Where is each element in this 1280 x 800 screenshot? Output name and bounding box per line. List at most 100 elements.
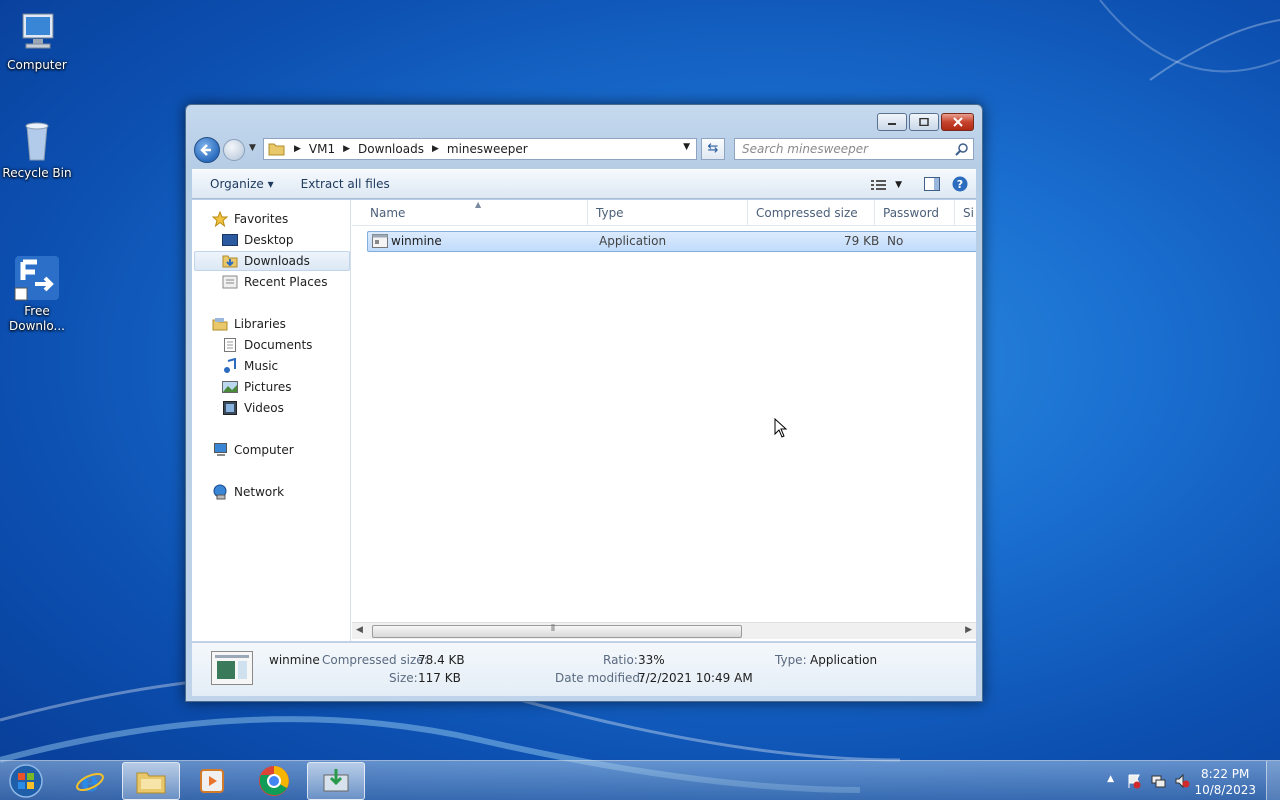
star-icon (211, 210, 229, 228)
desktop-icon-label: Recycle Bin (2, 166, 72, 180)
detail-ratio: 33% (638, 653, 665, 667)
search-placeholder: Search minesweeper (742, 142, 869, 156)
nav-item-favorites[interactable]: Favorites (211, 209, 288, 229)
free-download-manager-icon (323, 769, 349, 792)
detail-type: Application (810, 653, 878, 667)
taskbar-windows-explorer[interactable] (122, 762, 180, 800)
breadcrumb-vm1[interactable]: VM1 (309, 142, 335, 156)
clock[interactable]: 8:22 PM 10/8/2023 (1194, 766, 1256, 798)
search-icon (955, 143, 968, 156)
preview-pane-button[interactable] (924, 176, 940, 194)
detail-name: winmine (269, 653, 320, 667)
nav-item-downloads[interactable]: Downloads (222, 251, 310, 271)
change-view-button[interactable]: ▼ (871, 179, 902, 191)
back-arrow-icon (200, 144, 211, 156)
window-controls (877, 113, 974, 131)
scroll-right-arrow[interactable]: ▶ (965, 625, 972, 635)
nav-item-network[interactable]: Network (212, 482, 284, 502)
column-header-row: Name ▲ Type Compressed size Password ...… (352, 200, 976, 246)
back-button[interactable] (194, 137, 220, 163)
minimize-button[interactable] (877, 113, 907, 131)
breadcrumb-separator[interactable]: ▶ (294, 144, 301, 154)
refresh-button[interactable]: ⇆ (701, 138, 725, 160)
windows-explorer-icon (136, 772, 166, 794)
application-icon (372, 234, 388, 248)
taskbar-media-player[interactable] (183, 762, 241, 800)
breadcrumb-separator[interactable]: ▶ (343, 144, 350, 154)
close-button[interactable] (941, 113, 974, 131)
help-icon: ? (952, 176, 968, 191)
breadcrumb-minesweeper[interactable]: minesweeper (447, 142, 528, 156)
show-hidden-icons-button[interactable]: ▲ (1107, 774, 1114, 784)
command-bar: Organize ▾ Extract all files ▼ ? (192, 169, 976, 199)
maximize-button[interactable] (909, 113, 939, 131)
column-size[interactable]: Si (955, 200, 976, 226)
nav-item-videos[interactable]: Videos (222, 398, 284, 418)
content-area: Favorites Desktop Downloads Recent Place… (192, 200, 976, 641)
column-password[interactable]: Password ... (875, 200, 955, 246)
scroll-left-arrow[interactable]: ◀ (356, 625, 363, 635)
file-row[interactable]: winmine Application 79 KB No (367, 231, 976, 252)
mouse-cursor (774, 418, 788, 438)
music-icon (222, 357, 238, 374)
nav-item-documents[interactable]: Documents (222, 335, 312, 355)
column-type[interactable]: Type (588, 200, 748, 226)
details-pane: winmine Compressed size: 78.4 KB Size: 1… (192, 642, 976, 696)
taskbar: e ▲ 8:22 PM 10/8/2023 (0, 760, 1280, 800)
detail-date-modified: 7/2/2021 10:49 AM (638, 671, 753, 685)
windows-logo-icon (9, 764, 43, 798)
column-compressed-size[interactable]: Compressed size (748, 200, 875, 226)
folder-icon (268, 143, 285, 156)
detail-compressed-size-label: Compressed size: (322, 653, 428, 667)
clock-date: 10/8/2023 (1194, 783, 1256, 797)
desktop-icon-free-download-manager[interactable]: Free Downlo... (0, 224, 74, 334)
desktop-icon-label: Computer (7, 58, 67, 72)
desktop-icon (222, 232, 238, 248)
nav-item-recent-places[interactable]: Recent Places (222, 272, 327, 292)
computer-icon (212, 442, 228, 458)
nav-item-music[interactable]: Music (222, 356, 278, 376)
recent-places-icon (222, 274, 238, 290)
organize-button[interactable]: Organize ▾ (201, 177, 283, 191)
file-list-pane: Name ▲ Type Compressed size Password ...… (352, 200, 976, 641)
scrollbar-thumb[interactable]: ⦀ (372, 624, 742, 638)
recent-pages-dropdown[interactable]: ▼ (249, 143, 256, 153)
action-center-flag-icon[interactable] (1126, 773, 1142, 789)
start-button[interactable] (6, 763, 46, 799)
search-input[interactable]: Search minesweeper (734, 138, 974, 160)
navigation-pane: Favorites Desktop Downloads Recent Place… (192, 200, 351, 641)
detail-date-modified-label: Date modified: (555, 671, 645, 685)
taskbar-chrome[interactable] (245, 762, 303, 800)
taskbar-internet-explorer[interactable]: e (61, 762, 119, 800)
pictures-icon (222, 379, 238, 395)
nav-item-pictures[interactable]: Pictures (222, 377, 292, 397)
nav-item-computer[interactable]: Computer (212, 440, 294, 460)
breadcrumb-downloads[interactable]: Downloads (358, 142, 424, 156)
file-password: No (887, 234, 904, 248)
desktop-icon-recycle-bin[interactable]: Recycle Bin (0, 116, 74, 181)
internet-explorer-icon: e (76, 766, 104, 796)
file-name: winmine (391, 234, 442, 248)
horizontal-scrollbar[interactable]: ◀ ⦀ ▶ (352, 622, 976, 639)
downloads-folder-icon (222, 253, 238, 269)
libraries-icon (212, 316, 228, 332)
detail-type-label: Type: (775, 653, 807, 667)
clock-time: 8:22 PM (1201, 767, 1250, 781)
desktop-icon-computer[interactable]: Computer (0, 8, 74, 73)
videos-icon (222, 400, 238, 416)
nav-item-libraries[interactable]: Libraries (212, 314, 286, 334)
detail-ratio-label: Ratio: (603, 653, 638, 667)
nav-item-desktop[interactable]: Desktop (222, 230, 294, 250)
chevron-down-icon: ▼ (895, 180, 902, 190)
extract-all-button[interactable]: Extract all files (292, 177, 399, 191)
breadcrumb-separator[interactable]: ▶ (432, 144, 439, 154)
address-dropdown[interactable]: ▼ (683, 142, 690, 152)
taskbar-free-download-manager[interactable] (307, 762, 365, 800)
show-desktop-button[interactable] (1266, 761, 1280, 800)
network-status-icon[interactable] (1150, 773, 1166, 789)
grip-icon: ⦀ (551, 624, 555, 634)
help-button[interactable]: ? (952, 176, 968, 195)
forward-button[interactable] (223, 139, 245, 161)
volume-muted-icon[interactable] (1174, 773, 1190, 789)
address-bar[interactable]: ▶ VM1 ▶ Downloads ▶ minesweeper ▼ (263, 138, 697, 160)
